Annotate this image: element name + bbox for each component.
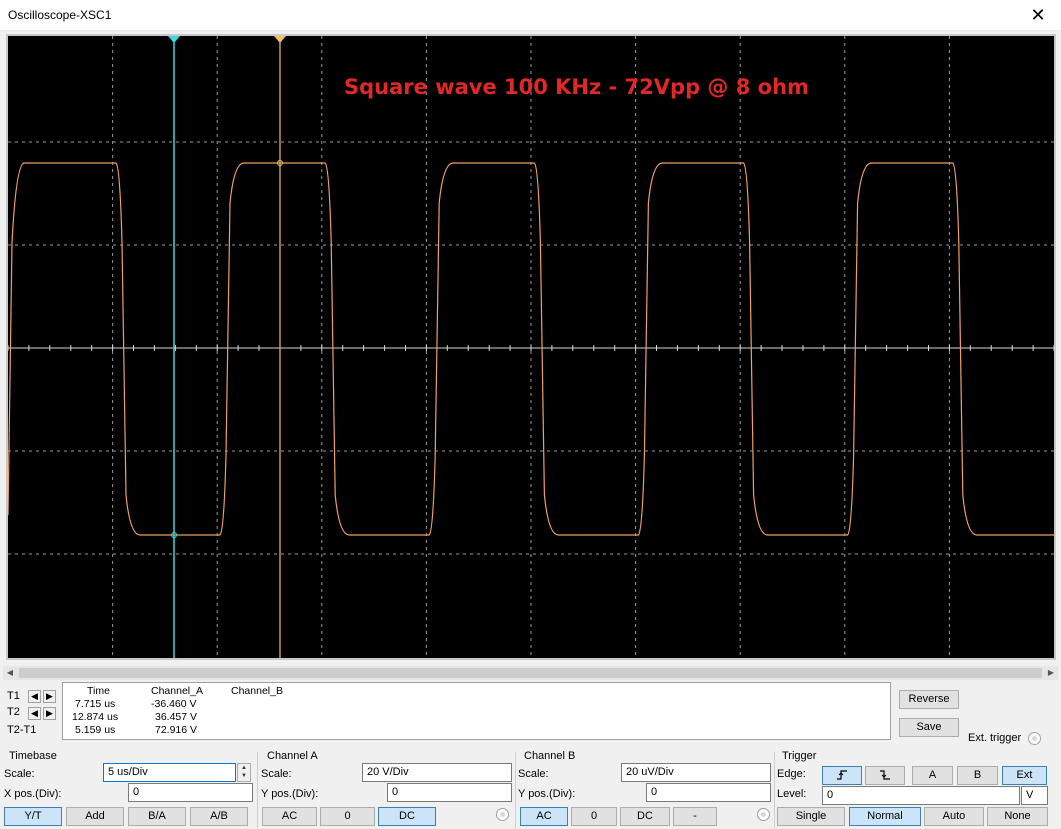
trigger-level-field[interactable]: 0 <box>822 786 1020 805</box>
channel-a-ypos-field[interactable]: 0 <box>387 783 512 802</box>
save-button[interactable]: Save <box>899 718 959 737</box>
channel-b-scale-field[interactable]: 20 uV/Div <box>621 763 771 782</box>
t1-time: 7.715 us <box>75 698 116 710</box>
trigger-single-button[interactable]: Single <box>777 807 845 826</box>
separator <box>774 752 775 828</box>
timebase-scale-label: Scale: <box>4 768 35 780</box>
header-time: Time <box>87 685 110 697</box>
t2-right-arrow-icon[interactable]: ▶ <box>43 707 56 720</box>
window-title: Oscilloscope-XSC1 <box>8 8 112 22</box>
trigger-title: Trigger <box>782 750 817 762</box>
timebase-xpos-field[interactable]: 0 <box>128 783 253 802</box>
trigger-auto-button[interactable]: Auto <box>924 807 984 826</box>
falling-edge-button[interactable] <box>865 766 905 785</box>
channel-b-indicator <box>757 808 770 821</box>
falling-edge-icon <box>880 770 890 780</box>
rising-edge-icon <box>837 770 847 780</box>
channel-a-indicator <box>496 808 509 821</box>
reverse-button[interactable]: Reverse <box>899 690 959 709</box>
timebase-scale-field[interactable]: 5 us/Div <box>103 763 236 782</box>
rising-edge-button[interactable] <box>822 766 862 785</box>
channel-a-ac-button[interactable]: AC <box>262 807 317 826</box>
channel-b-zero-button[interactable]: 0 <box>571 807 617 826</box>
timebase-scale-spinner[interactable]: ▲ ▼ <box>237 763 251 782</box>
cursor-readout: Time Channel_A Channel_B 7.715 us -36.46… <box>62 682 891 740</box>
scroll-left-icon[interactable]: ◀ <box>3 666 17 680</box>
diff-time: 5.159 us <box>75 724 116 736</box>
title-bar: Oscilloscope-XSC1 ✕ <box>0 0 1061 31</box>
diff-channel-a: 72.916 V <box>155 724 198 736</box>
scope-screen: Square wave 100 KHz - 72Vpp @ 8 ohm <box>6 34 1056 660</box>
mode-yt-button[interactable]: Y/T <box>4 807 62 826</box>
header-channel-b: Channel_B <box>231 685 283 697</box>
channel-b-ypos-field[interactable]: 0 <box>646 783 771 802</box>
spin-down-icon[interactable]: ▼ <box>238 772 250 780</box>
timebase-title: Timebase <box>9 750 57 762</box>
channel-b-dc-button[interactable]: DC <box>620 807 670 826</box>
channel-a-zero-button[interactable]: 0 <box>320 807 375 826</box>
mode-ab-button[interactable]: A/B <box>190 807 248 826</box>
t2-label: T2 <box>7 706 20 718</box>
trigger-none-button[interactable]: None <box>987 807 1048 826</box>
cursor-panel: T1 ◀ ▶ T2 ◀ ▶ T2-T1 Time Channel_A Chann… <box>0 682 1061 745</box>
channel-b-title: Channel B <box>524 750 576 762</box>
horizontal-scrollbar[interactable]: ◀ ▶ <box>3 666 1058 680</box>
ext-trigger-label: Ext. trigger <box>968 732 1022 744</box>
channel-b-ac-button[interactable]: AC <box>520 807 568 826</box>
t2-time: 12.874 us <box>72 711 119 723</box>
t2-left-arrow-icon[interactable]: ◀ <box>28 707 41 720</box>
trigger-a-button[interactable]: A <box>912 766 953 785</box>
t1-label: T1 <box>7 690 20 702</box>
timebase-xpos-label: X pos.(Div): <box>4 788 62 800</box>
channel-b-invert-button[interactable]: - <box>673 807 717 826</box>
scroll-thumb[interactable] <box>19 668 1042 678</box>
trigger-edge-label: Edge: <box>777 768 806 780</box>
separator <box>515 752 516 828</box>
t2-channel-a: 36.457 V <box>155 711 198 723</box>
header-channel-a: Channel_A <box>151 685 203 697</box>
trigger-level-unit[interactable]: V <box>1021 786 1048 805</box>
scope-display: Square wave 100 KHz - 72Vpp @ 8 ohm <box>8 36 1054 658</box>
channel-b-ypos-label: Y pos.(Div): <box>518 788 576 800</box>
mode-add-button[interactable]: Add <box>66 807 124 826</box>
channel-a-scale-label: Scale: <box>261 768 292 780</box>
trigger-ext-button[interactable]: Ext <box>1002 766 1047 785</box>
close-icon[interactable]: ✕ <box>1015 0 1061 31</box>
trigger-normal-button[interactable]: Normal <box>849 807 921 826</box>
t1-left-arrow-icon[interactable]: ◀ <box>28 690 41 703</box>
t1-right-arrow-icon[interactable]: ▶ <box>43 690 56 703</box>
t1-channel-a: -36.460 V <box>151 698 197 710</box>
channel-a-ypos-label: Y pos.(Div): <box>261 788 319 800</box>
ext-trigger-indicator <box>1028 732 1041 745</box>
channel-b-scale-label: Scale: <box>518 768 549 780</box>
t2-t1-label: T2-T1 <box>7 724 37 736</box>
spin-up-icon[interactable]: ▲ <box>238 764 250 772</box>
channel-a-title: Channel A <box>267 750 318 762</box>
mode-ba-button[interactable]: B/A <box>128 807 186 826</box>
scroll-right-icon[interactable]: ▶ <box>1044 666 1058 680</box>
screen-annotation: Square wave 100 KHz - 72Vpp @ 8 ohm <box>344 75 809 99</box>
separator <box>257 752 258 828</box>
trigger-b-button[interactable]: B <box>957 766 998 785</box>
trigger-level-label: Level: <box>777 788 807 800</box>
channel-a-dc-button[interactable]: DC <box>378 807 436 826</box>
channel-a-scale-field[interactable]: 20 V/Div <box>362 763 512 782</box>
